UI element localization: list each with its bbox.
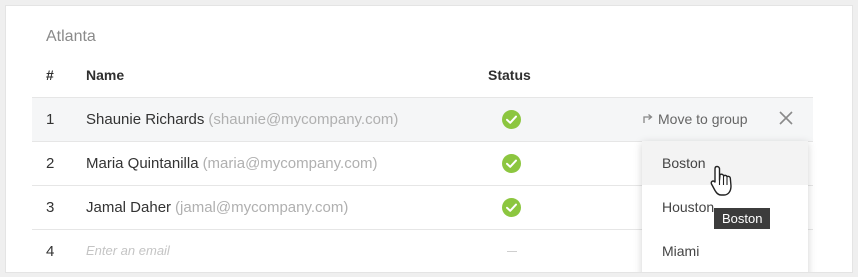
forward-arrow-icon <box>642 111 654 127</box>
row-number: 2 <box>46 155 55 172</box>
member-name-text: Jamal Daher <box>86 199 172 216</box>
member-name-text: Shaunie Richards <box>86 111 205 128</box>
tooltip: Boston <box>714 208 771 229</box>
column-header-status: Status <box>488 67 531 83</box>
status-check-icon <box>502 154 521 173</box>
hand-pointer-icon <box>710 164 740 205</box>
move-to-group-button[interactable]: Move to group <box>642 111 748 127</box>
column-header-name: Name <box>86 67 125 83</box>
member-name-text: Maria Quintanilla <box>86 155 199 172</box>
row-number: 4 <box>46 243 55 260</box>
email-input[interactable]: Enter an email <box>86 243 170 258</box>
group-card: Atlanta # Name Status 1 Shaunie Richards… <box>5 5 853 273</box>
status-check-icon <box>502 110 521 129</box>
row-number: 1 <box>46 111 55 128</box>
member-name: Jamal Daher (jamal@mycompany.com) <box>86 199 348 216</box>
dropdown-option-miami[interactable]: Miami <box>642 229 808 272</box>
row-number: 3 <box>46 199 55 216</box>
member-email: (jamal@mycompany.com) <box>175 199 349 216</box>
member-name: Shaunie Richards (shaunie@mycompany.com) <box>86 111 398 128</box>
member-email: (maria@mycompany.com) <box>202 155 378 172</box>
column-header-number: # <box>46 67 54 83</box>
move-to-group-label: Move to group <box>658 111 748 127</box>
table-row[interactable]: 1 Shaunie Richards (shaunie@mycompany.com… <box>32 97 813 142</box>
group-title: Atlanta <box>46 28 96 45</box>
status-empty <box>507 251 517 252</box>
move-to-group-dropdown: Boston Houston Miami <box>642 141 808 272</box>
close-icon[interactable] <box>776 108 796 128</box>
member-email: (shaunie@mycompany.com) <box>208 111 399 128</box>
member-name: Maria Quintanilla (maria@mycompany.com) <box>86 155 378 172</box>
status-check-icon <box>502 198 521 217</box>
